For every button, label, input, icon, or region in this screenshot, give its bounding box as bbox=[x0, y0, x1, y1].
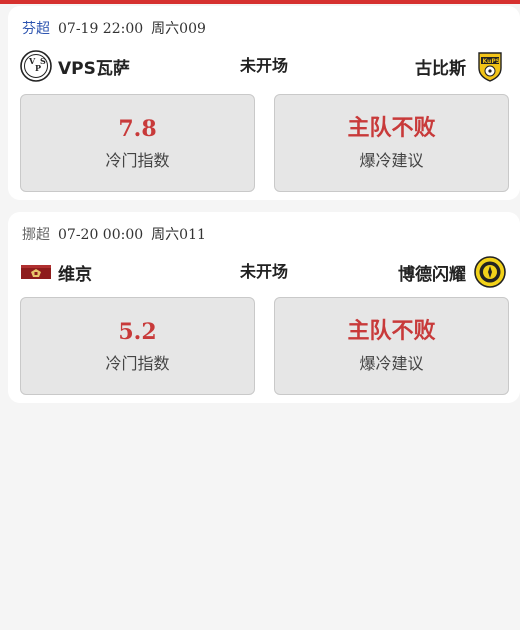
league-name[interactable]: 挪超 bbox=[22, 227, 50, 243]
match-meta: 挪超 07-20 00:00 周六011 bbox=[22, 224, 206, 244]
upset-suggestion-label: 爆冷建议 bbox=[359, 354, 424, 373]
upset-suggestion-box[interactable]: 主队不败 爆冷建议 bbox=[274, 94, 509, 192]
match-code: 周六011 bbox=[151, 227, 206, 243]
match-code: 周六009 bbox=[151, 21, 206, 37]
upset-suggestion-value: 主队不败 bbox=[347, 116, 436, 141]
upset-index-value: 7.8 bbox=[118, 116, 157, 142]
top-accent-bar bbox=[0, 0, 520, 4]
match-date: 07-19 22:00 bbox=[58, 21, 144, 37]
match-meta: 芬超 07-19 22:00 周六009 bbox=[22, 18, 206, 38]
upset-suggestion-box[interactable]: 主队不败 爆冷建议 bbox=[274, 297, 509, 395]
upset-index-label: 冷门指数 bbox=[105, 354, 170, 373]
match-card[interactable]: 芬超 07-19 22:00 周六009 V P S VPS瓦萨 未开场 古比斯 K… bbox=[8, 6, 520, 200]
upset-index-value: 5.2 bbox=[118, 319, 157, 345]
match-date: 07-20 00:00 bbox=[58, 227, 144, 243]
away-team-name: 博德闪耀 bbox=[398, 264, 466, 285]
kups-crest-icon: KuPS bbox=[478, 52, 502, 82]
away-team[interactable]: 古比斯 KuPS bbox=[415, 48, 506, 84]
upset-index-box[interactable]: 7.8 冷门指数 bbox=[20, 94, 255, 192]
bodo-glimt-crest-icon bbox=[474, 256, 506, 288]
upset-index-label: 冷门指数 bbox=[105, 151, 170, 170]
teams-row: 维京 未开场 博德闪耀 bbox=[8, 254, 520, 290]
upset-suggestion-value: 主队不败 bbox=[347, 319, 436, 344]
upset-index-box[interactable]: 5.2 冷门指数 bbox=[20, 297, 255, 395]
league-name[interactable]: 芬超 bbox=[22, 21, 50, 37]
upset-suggestion-label: 爆冷建议 bbox=[359, 151, 424, 170]
away-team-name: 古比斯 bbox=[415, 58, 466, 79]
match-card[interactable]: 挪超 07-20 00:00 周六011 维京 未开场 博德闪耀 5.2 冷门指数 bbox=[8, 212, 520, 403]
svg-text:KuPS: KuPS bbox=[483, 58, 501, 65]
away-team[interactable]: 博德闪耀 bbox=[398, 254, 506, 290]
teams-row: V P S VPS瓦萨 未开场 古比斯 KuPS bbox=[8, 48, 520, 84]
